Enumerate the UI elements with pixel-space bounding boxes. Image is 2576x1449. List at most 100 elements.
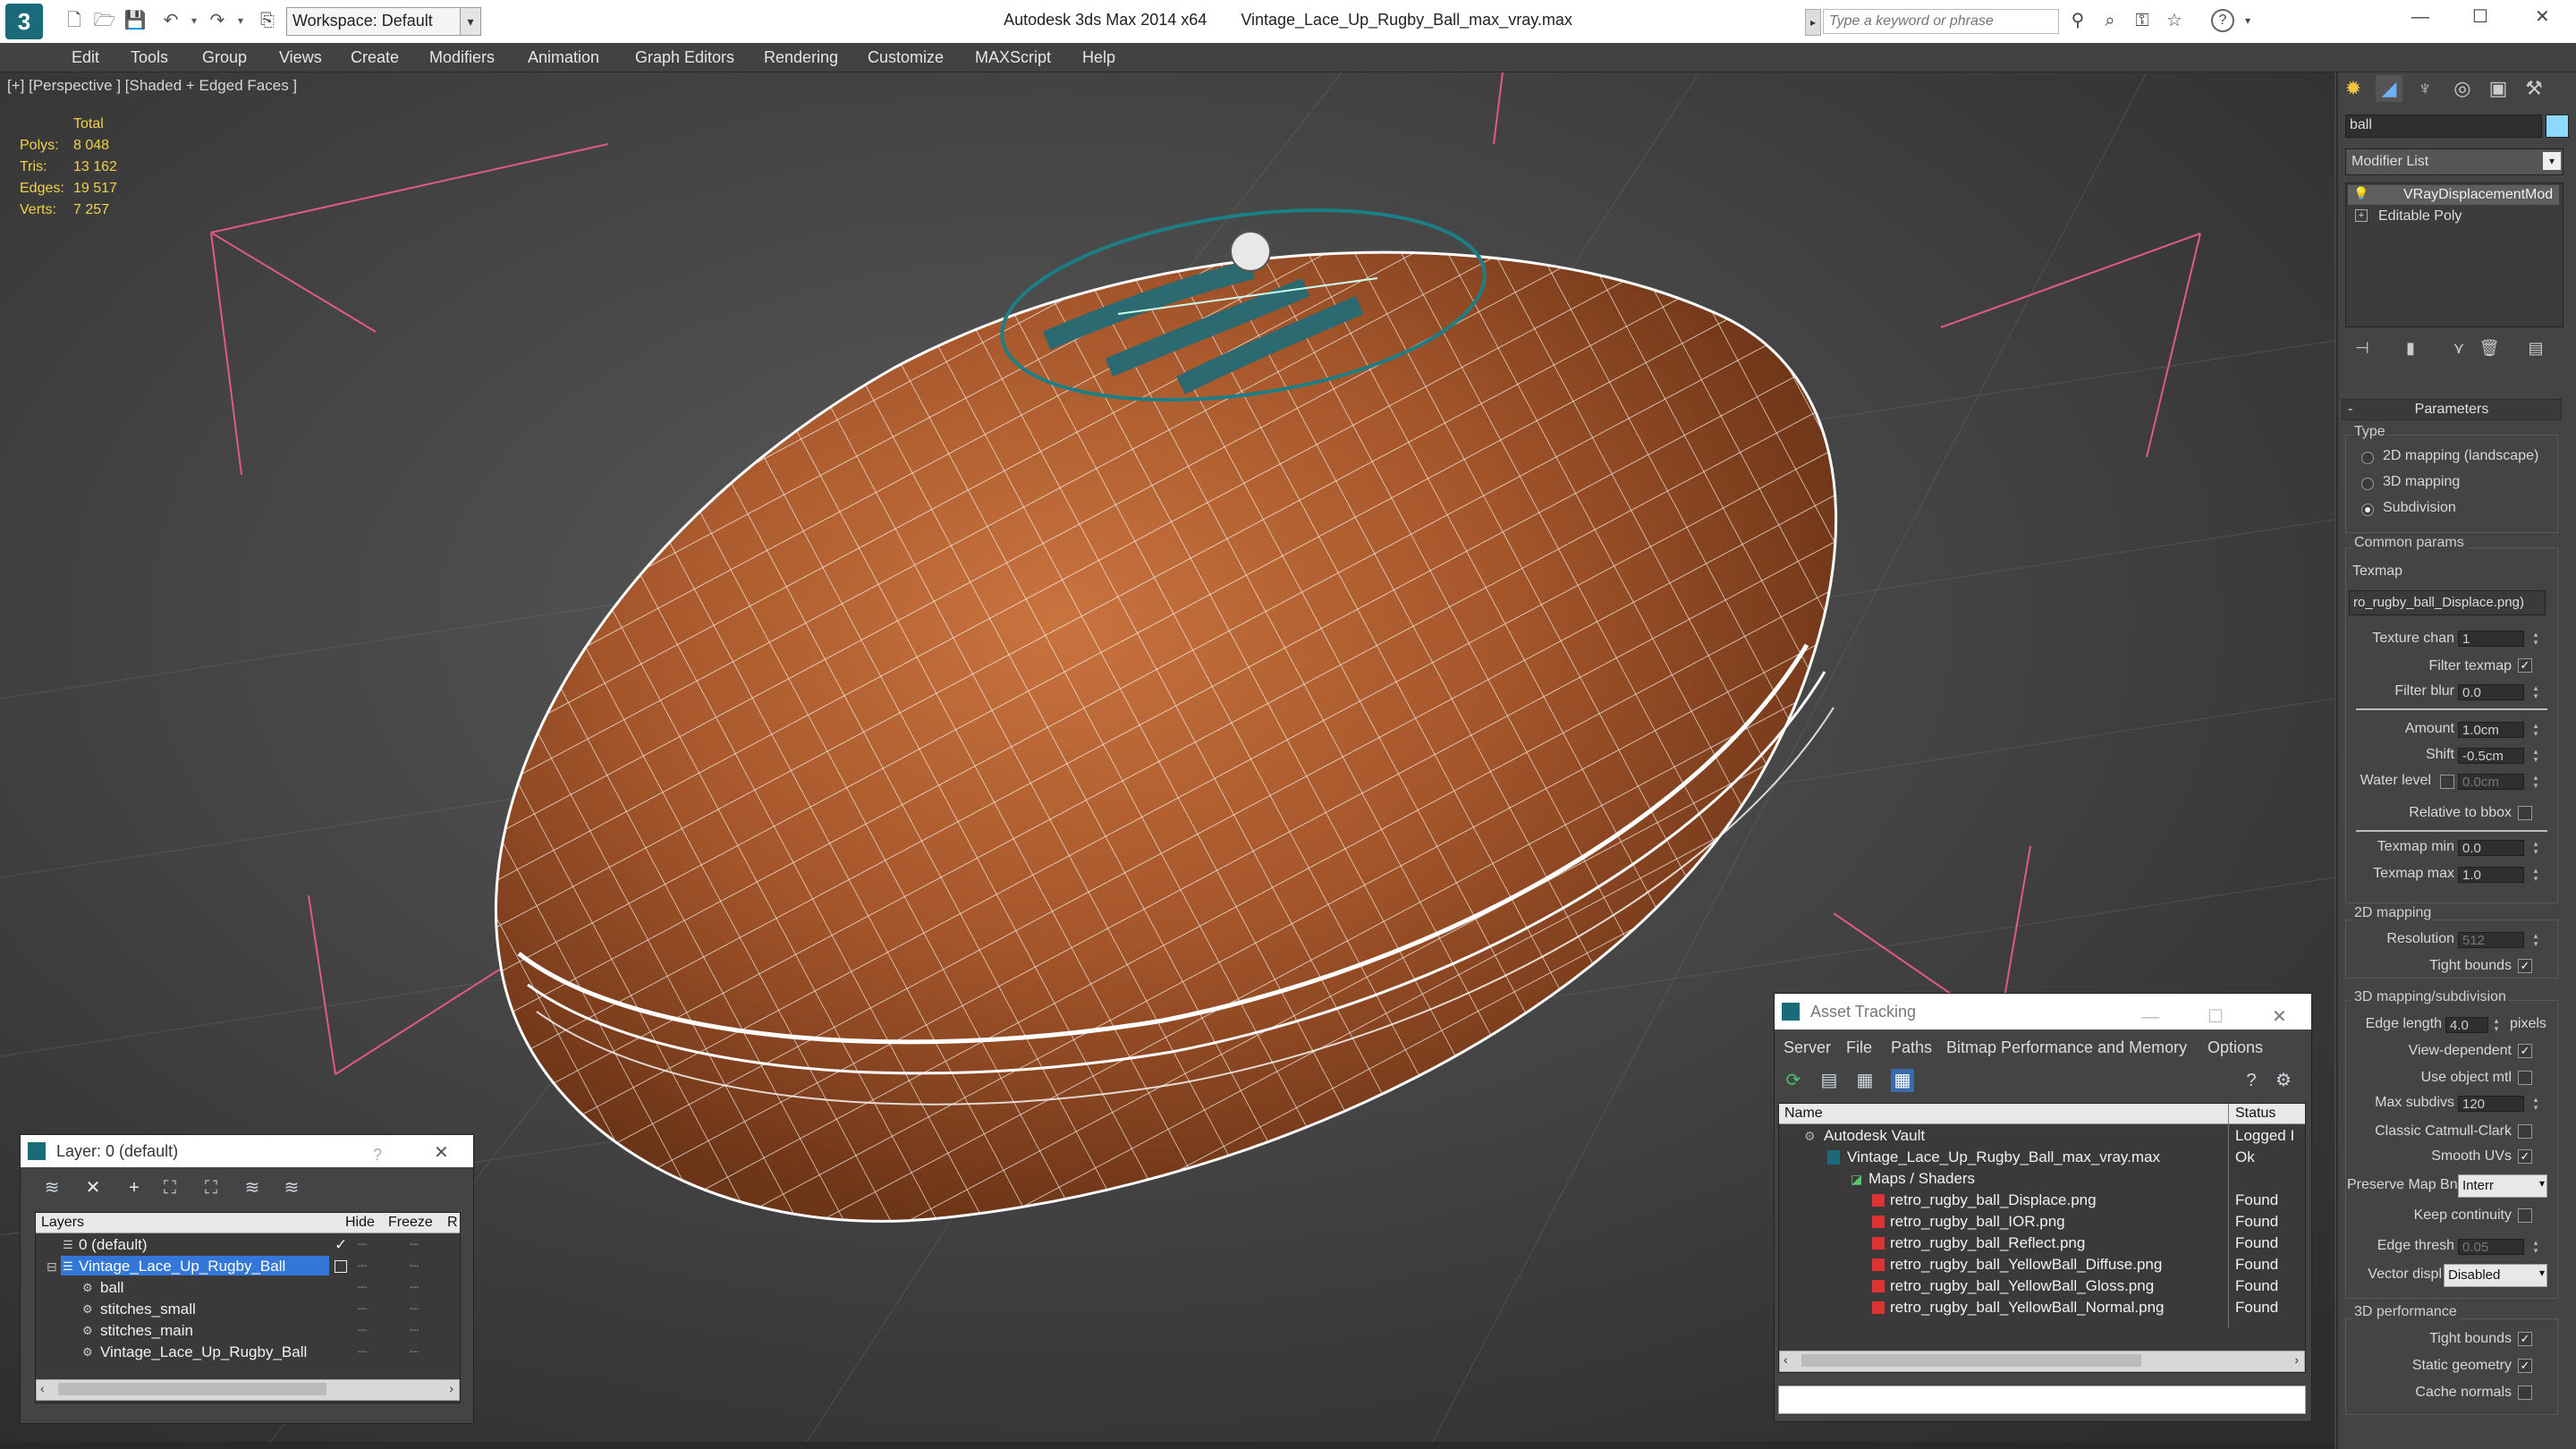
smooth-uvs-checkbox[interactable]: ✓ [2518, 1149, 2532, 1164]
layer-object-row[interactable]: ⚙ Vintage_Lace_Up_Rugby_Ball ┈ ┈ [36, 1342, 460, 1363]
show-end-result-icon[interactable]: ▮ [2397, 335, 2424, 361]
help-icon[interactable]: ? [373, 1139, 382, 1171]
static-geometry-checkbox[interactable]: ✓ [2518, 1359, 2532, 1373]
asset-menu-bitmap[interactable]: Bitmap Performance and Memory [1946, 1038, 2187, 1057]
scroll-right-icon[interactable]: › [449, 1381, 453, 1395]
layer-object-row[interactable]: ⚙ stitches_small ┈ ┈ [36, 1299, 460, 1320]
col-status[interactable]: Status [2235, 1104, 2275, 1123]
create-layer-icon[interactable]: ≋ [40, 1176, 64, 1199]
scroll-left-icon[interactable]: ‹ [1784, 1352, 1788, 1367]
scroll-right-icon[interactable]: › [2294, 1352, 2299, 1367]
create-tab-icon[interactable]: ✹ [2340, 75, 2367, 102]
communication-center-icon[interactable]: ⌕ [2098, 9, 2122, 32]
asset-row-bitmap[interactable]: retro_rugby_ball_IOR.png Found [1779, 1211, 2305, 1233]
minimize-icon[interactable]: — [2411, 7, 2429, 28]
stack-item-vray-displacement[interactable]: 💡 VRayDisplacementMod [2348, 185, 2559, 205]
amount-spinner[interactable]: 1.0cm [2458, 722, 2524, 738]
asset-menu-options[interactable]: Options [2207, 1038, 2263, 1057]
relative-bbox-checkbox[interactable] [2518, 806, 2532, 820]
vector-displ-dropdown[interactable]: Disabled ▾ [2444, 1264, 2547, 1287]
water-level-spinner[interactable]: 0.0cm [2458, 774, 2524, 790]
asset-menu-server[interactable]: Server [1784, 1038, 1831, 1057]
freeze-toggle-icon[interactable]: ┈ [410, 1277, 419, 1299]
asset-row-bitmap[interactable]: retro_rugby_ball_YellowBall_Normal.png F… [1779, 1297, 2305, 1318]
freeze-toggle-icon[interactable]: ┈ [410, 1320, 419, 1342]
freeze-toggle-icon[interactable]: ┈ [410, 1299, 419, 1320]
tight-bounds-2d-checkbox[interactable]: ✓ [2518, 959, 2532, 973]
asset-path-field[interactable] [1778, 1385, 2306, 1414]
redo-dropdown-icon[interactable]: ▾ [229, 9, 252, 32]
motion-tab-icon[interactable]: ◎ [2449, 75, 2476, 102]
add-to-layer-icon[interactable]: + [123, 1176, 146, 1199]
menu-animation[interactable]: Animation [528, 43, 599, 72]
redo-icon[interactable]: ↷ [206, 9, 229, 32]
view-dependent-checkbox[interactable]: ✓ [2518, 1044, 2532, 1058]
edge-length-spinner[interactable]: 4.0 [2445, 1017, 2488, 1033]
spinner-arrows-icon[interactable]: ▴ ▾ [2529, 631, 2542, 647]
layer-window-title-bar[interactable]: Layer: 0 (default) ? ✕ [21, 1135, 473, 1167]
freeze-all-layers-icon[interactable]: ≋ [280, 1176, 303, 1199]
col-render[interactable]: R [447, 1213, 458, 1233]
asset-menu-file[interactable]: File [1846, 1038, 1872, 1057]
filter-blur-spinner[interactable]: 0.0 [2458, 684, 2524, 700]
collapse-minus-icon[interactable]: ⊟ [47, 1256, 57, 1277]
layer-row[interactable]: ☰ 0 (default) ✓ ┈ ┈ [36, 1234, 460, 1256]
save-icon[interactable]: 💾 [123, 9, 147, 32]
asset-help-icon[interactable]: ? [2240, 1069, 2263, 1092]
col-name[interactable]: Name [1784, 1104, 1823, 1123]
favorites-star-icon[interactable]: ☆ [2163, 9, 2186, 32]
texmap-button[interactable]: ro_rugby_ball_Displace.png) [2349, 590, 2546, 615]
project-folder-icon[interactable]: ⎘ [256, 9, 279, 32]
make-unique-icon[interactable]: ⋎ [2445, 335, 2472, 361]
pin-stack-icon[interactable]: ⊣ [2349, 335, 2376, 361]
filter-texmap-checkbox[interactable]: ✓ [2518, 658, 2532, 673]
asset-row-vault[interactable]: ⚙ Autodesk Vault Logged I [1779, 1125, 2305, 1147]
menu-tools[interactable]: Tools [131, 43, 168, 72]
hide-toggle-icon[interactable]: ┈ [358, 1342, 367, 1363]
asset-menu-paths[interactable]: Paths [1891, 1038, 1932, 1057]
max-subdivs-spinner[interactable]: 120 [2458, 1096, 2524, 1112]
search-input[interactable] [1823, 9, 2059, 34]
preserve-map-dropdown[interactable]: Interr ▾ [2458, 1174, 2547, 1198]
refresh-icon[interactable]: ⟳ [1782, 1069, 1805, 1092]
help-dropdown-icon[interactable]: ▾ [2236, 9, 2259, 32]
search-expand-button[interactable]: ▸ [1805, 9, 1821, 36]
open-file-icon[interactable]: 🗁 [93, 9, 116, 32]
classic-catmull-checkbox[interactable] [2518, 1124, 2532, 1139]
asset-row-bitmap[interactable]: retro_rugby_ball_YellowBall_Gloss.png Fo… [1779, 1275, 2305, 1297]
table-view-icon[interactable]: ▦ [1891, 1069, 1914, 1092]
highlight-layer-icon[interactable]: ⛶ [199, 1176, 223, 1199]
col-freeze[interactable]: Freeze [388, 1213, 433, 1233]
shift-spinner[interactable]: -0.5cm [2458, 748, 2524, 764]
object-color-swatch[interactable] [2546, 114, 2569, 138]
menu-customize[interactable]: Customize [868, 43, 944, 72]
texmap-min-spinner[interactable]: 0.0 [2458, 840, 2524, 856]
exchange-icon[interactable]: ⚿ [2131, 9, 2154, 32]
binoculars-icon[interactable]: ⚲ [2066, 9, 2089, 32]
hierarchy-tab-icon[interactable]: ♆ [2411, 75, 2438, 102]
undo-icon[interactable]: ↶ [159, 9, 182, 32]
edge-thresh-spinner[interactable]: 0.05 [2458, 1239, 2524, 1255]
hide-toggle-icon[interactable]: ┈ [358, 1256, 367, 1277]
perf-tight-bounds-checkbox[interactable]: ✓ [2518, 1332, 2532, 1346]
maximize-icon[interactable]: ☐ [2472, 5, 2488, 28]
layer-horizontal-scrollbar[interactable]: ‹ › [36, 1379, 460, 1401]
hide-all-layers-icon[interactable]: ≋ [241, 1176, 264, 1199]
spinner-arrows-icon[interactable]: ▴ ▾ [2529, 932, 2542, 948]
workspace-expand-button[interactable]: ▾ [460, 7, 481, 36]
radio-subdivision[interactable] [2361, 504, 2374, 516]
radio-3d-mapping[interactable] [2361, 478, 2374, 490]
hide-toggle-icon[interactable]: ┈ [358, 1320, 367, 1342]
workspace-dropdown[interactable]: Workspace: Default ▾ [286, 7, 479, 36]
texture-chan-spinner[interactable]: 1 [2458, 631, 2524, 647]
menu-views[interactable]: Views [279, 43, 322, 72]
undo-dropdown-icon[interactable]: ▾ [182, 9, 206, 32]
spinner-arrows-icon[interactable]: ▴ ▾ [2529, 684, 2542, 700]
new-file-icon[interactable]: 🗋 [63, 9, 86, 32]
cache-normals-checkbox[interactable] [2518, 1385, 2532, 1400]
menu-maxscript[interactable]: MAXScript [975, 43, 1051, 72]
spinner-arrows-icon[interactable]: ▴ ▾ [2529, 840, 2542, 856]
menu-graph-editors[interactable]: Graph Editors [635, 43, 734, 72]
col-layers[interactable]: Layers [41, 1213, 84, 1233]
col-hide[interactable]: Hide [345, 1213, 375, 1233]
